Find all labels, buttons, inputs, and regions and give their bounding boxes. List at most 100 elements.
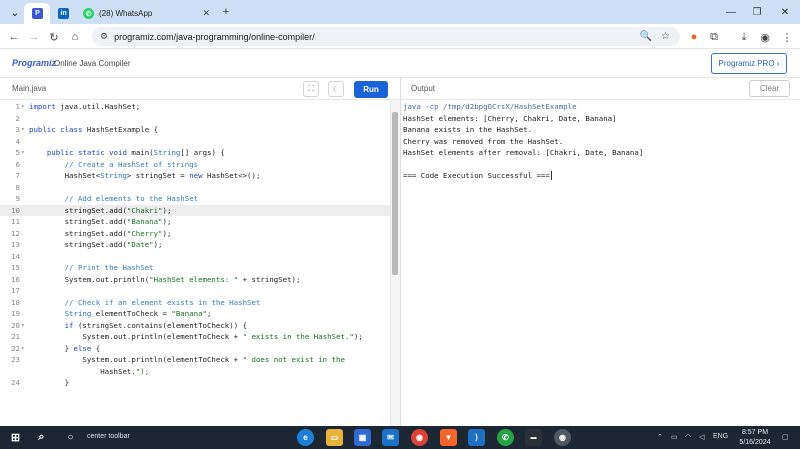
site-info-icon[interactable]: ⚙ <box>100 31 108 42</box>
fold-arrow-icon[interactable]: ▾ <box>21 124 25 136</box>
code-line[interactable]: 14 <box>0 251 390 263</box>
extension-icon[interactable]: ● <box>686 29 702 45</box>
system-clock[interactable]: 8:57 PM 5/16/2024 <box>733 428 777 448</box>
windows-start-icon[interactable]: ⊞ <box>7 429 24 446</box>
download-icon[interactable]: ⤓ <box>736 29 752 45</box>
code-line[interactable]: 12 stringSet.add("Cherry"); <box>0 228 390 240</box>
code-line[interactable]: 15 // Print the HashSet <box>0 262 390 274</box>
line-number: 13 <box>11 240 20 249</box>
run-button[interactable]: Run <box>354 81 388 98</box>
notification-icon[interactable]: ▢ <box>782 433 789 441</box>
dark-mode-moon-icon[interactable]: ☾ <box>328 81 344 97</box>
code-editor[interactable]: 1 ▾ import java.util.HashSet; 2 3 ▾ public cla… <box>0 100 390 426</box>
bookmark-star-icon[interactable]: ☆ <box>661 31 670 42</box>
volume-icon[interactable]: ◁ <box>699 433 704 441</box>
back-arrow-icon[interactable]: ← <box>6 29 22 45</box>
code-line[interactable]: 17 <box>0 285 390 297</box>
code-line[interactable]: 9 // Add elements to the HashSet <box>0 193 390 205</box>
brave-icon[interactable]: ▼ <box>440 429 457 446</box>
chrome-icon[interactable]: ◉ <box>411 429 428 446</box>
fullscreen-icon[interactable]: ⛶ <box>303 81 319 97</box>
home-icon[interactable]: ⌂ <box>67 29 83 45</box>
new-tab-button[interactable]: + <box>217 4 235 20</box>
fold-arrow-icon[interactable]: ▾ <box>21 343 25 355</box>
code-line[interactable]: 1 ▾ import java.util.HashSet; <box>0 101 390 113</box>
browser-tab-strip: ⌄ P in ✆ (28) WhatsApp ✕ + — ❐ ✕ <box>0 0 800 24</box>
profile-avatar-icon[interactable]: ◉ <box>757 29 773 45</box>
code-line[interactable]: 10 stringSet.add("Chakri"); <box>0 204 390 216</box>
line-number: 24 <box>11 378 20 387</box>
line-number: 21 <box>11 332 20 341</box>
mail-icon[interactable]: ✉ <box>382 429 399 446</box>
edge-icon[interactable]: e <box>297 429 314 446</box>
wifi-icon[interactable]: ◠ <box>685 433 691 441</box>
address-bar[interactable]: ⚙ programiz.com/java-programming/online-… <box>92 27 680 46</box>
code-line[interactable]: 20 ▾ if (stringSet.contains(elementToChec… <box>0 320 390 332</box>
code-line[interactable]: HashSet."); <box>0 366 390 378</box>
extensions-puzzle-icon[interactable]: ⧉ <box>706 29 722 45</box>
line-number: 16 <box>11 274 20 284</box>
code-line[interactable]: 16 System.out.println("HashSet elements:… <box>0 274 390 286</box>
code-line[interactable]: 7 HashSet<String> stringSet = new HashSe… <box>0 170 390 182</box>
battery-icon[interactable]: ▭ <box>671 433 678 441</box>
editor-scrollbar-thumb[interactable] <box>392 112 398 275</box>
code-line[interactable]: 5 ▾ public static void main(String[] args… <box>0 147 390 159</box>
tab-whatsapp-title: (28) WhatsApp <box>99 9 153 18</box>
code-text: stringSet.add("Banana"); <box>29 217 172 226</box>
tab-whatsapp[interactable]: ✆ (28) WhatsApp ✕ <box>78 3 216 24</box>
file-explorer-icon[interactable]: ▭ <box>326 429 343 446</box>
clock-date: 5/16/2024 <box>739 439 771 446</box>
output-line: Banana exists in the HashSet. <box>403 125 533 134</box>
language-indicator[interactable]: ENG <box>713 433 728 440</box>
vscode-icon[interactable]: ⟩ <box>468 429 485 446</box>
minimize-icon[interactable]: — <box>718 3 744 21</box>
line-number: 5 <box>15 148 20 157</box>
forward-arrow-icon[interactable]: → <box>26 29 42 45</box>
reload-icon[interactable]: ↻ <box>46 29 62 45</box>
file-tab-main-java[interactable]: Main.java <box>12 84 46 93</box>
code-text: // Check if an element exists in the Has… <box>64 297 261 307</box>
fold-arrow-icon[interactable]: ▾ <box>21 320 25 332</box>
zoom-icon[interactable]: 🔍 <box>640 31 652 42</box>
output-line: HashSet elements after removal: [Chakri,… <box>403 148 644 157</box>
code-line[interactable]: 2 <box>0 113 390 125</box>
terminal-icon[interactable]: ▬ <box>525 429 542 446</box>
tray-chevron-icon[interactable]: ⌃ <box>657 433 663 441</box>
whatsapp-app-icon[interactable]: ✆ <box>497 429 514 446</box>
fold-arrow-icon[interactable]: ▾ <box>21 147 25 159</box>
clear-button[interactable]: Clear <box>749 80 790 97</box>
programiz-logo[interactable]: Programiz <box>12 58 56 68</box>
code-line[interactable]: 22 ▾ } else { <box>0 343 390 355</box>
code-line[interactable]: 21 System.out.println(elementToCheck + "… <box>0 331 390 343</box>
tab-programiz[interactable]: P <box>24 3 50 24</box>
code-line[interactable]: 8 <box>0 182 390 194</box>
code-line[interactable]: 13 stringSet.add("Date"); <box>0 239 390 251</box>
restore-icon[interactable]: ❐ <box>744 3 770 21</box>
tab-linkedin[interactable]: in <box>52 3 76 24</box>
taskbar-search-text[interactable]: center toolbar <box>87 433 130 440</box>
fold-arrow-icon[interactable]: ▾ <box>21 101 25 113</box>
chrome-active-icon[interactable]: ◉ <box>554 429 571 446</box>
line-number: 2 <box>15 113 20 123</box>
text-cursor <box>551 171 553 180</box>
code-text: HashSet<String> stringSet = new HashSet<… <box>29 171 261 180</box>
menu-kebab-icon[interactable]: ⋮ <box>779 29 795 45</box>
code-line[interactable]: 19 String elementToCheck = "Banana"; <box>0 308 390 320</box>
code-line[interactable]: 23 System.out.println(elementToCheck + "… <box>0 354 390 366</box>
code-line[interactable]: 6 // Create a HashSet of strings <box>0 159 390 171</box>
line-number: 23 <box>11 355 20 364</box>
search-icon[interactable]: ⌕ <box>33 429 50 446</box>
tab-search-chevron-icon[interactable]: ⌄ <box>6 4 24 20</box>
cortana-circle-icon[interactable]: ○ <box>62 429 79 446</box>
code-text: System.out.println(elementToCheck + " do… <box>29 355 345 364</box>
close-window-icon[interactable]: ✕ <box>772 3 798 21</box>
code-line[interactable]: 4 <box>0 136 390 148</box>
close-tab-icon[interactable]: ✕ <box>202 8 210 19</box>
programiz-pro-button[interactable]: Programiz PRO › <box>711 53 787 74</box>
code-line[interactable]: 11 stringSet.add("Banana"); <box>0 216 390 228</box>
code-line[interactable]: 24 } <box>0 377 390 389</box>
code-line[interactable]: 3 ▾ public class HashSetExample { <box>0 124 390 136</box>
code-line[interactable]: 18 // Check if an element exists in the … <box>0 297 390 309</box>
code-text: stringSet.add("Cherry"); <box>29 228 172 238</box>
store-icon[interactable]: ▦ <box>354 429 371 446</box>
